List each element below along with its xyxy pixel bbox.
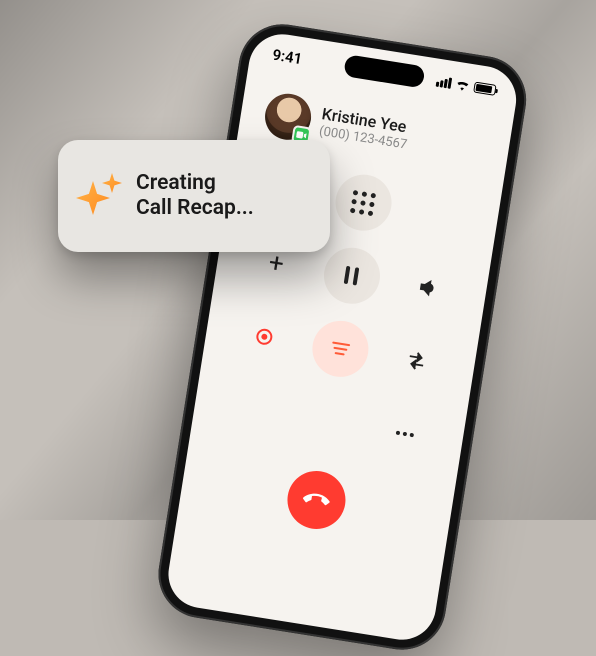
record-button[interactable] [233,305,297,369]
transcript-button[interactable] [308,317,372,381]
end-call-icon [298,482,334,518]
toast-line-1: Creating [136,171,254,196]
toast-message: Creating Call Recap... [136,171,254,221]
transcript-lines-icon [331,342,351,357]
end-call-button[interactable] [283,467,349,533]
record-icon [256,328,274,346]
plus-icon: + [267,248,286,280]
toast-line-2: Call Recap... [136,196,254,221]
status-time: 9:41 [271,46,303,68]
spacer [221,378,285,442]
end-call-row [179,450,455,550]
transfer-icon [404,348,429,373]
spacer [407,183,471,247]
battery-icon [473,81,496,95]
speaker-icon [415,275,440,300]
more-icon [395,431,413,438]
wifi-icon [454,78,471,91]
pause-icon [344,266,360,286]
status-indicators [436,75,497,95]
caller-info: Kristine Yee (000) 123-4567 [318,104,411,154]
keypad-button[interactable] [332,171,396,235]
transfer-button[interactable] [384,329,448,393]
ai-sparkle-icon [76,173,122,219]
more-button[interactable] [373,402,437,466]
hold-button[interactable] [320,244,384,308]
keypad-icon [350,190,376,216]
cellular-signal-icon [436,75,453,88]
spacer [297,390,361,454]
call-recap-toast: Creating Call Recap... [58,140,330,252]
caller-avatar-container [262,90,315,143]
speaker-button[interactable] [396,256,460,320]
